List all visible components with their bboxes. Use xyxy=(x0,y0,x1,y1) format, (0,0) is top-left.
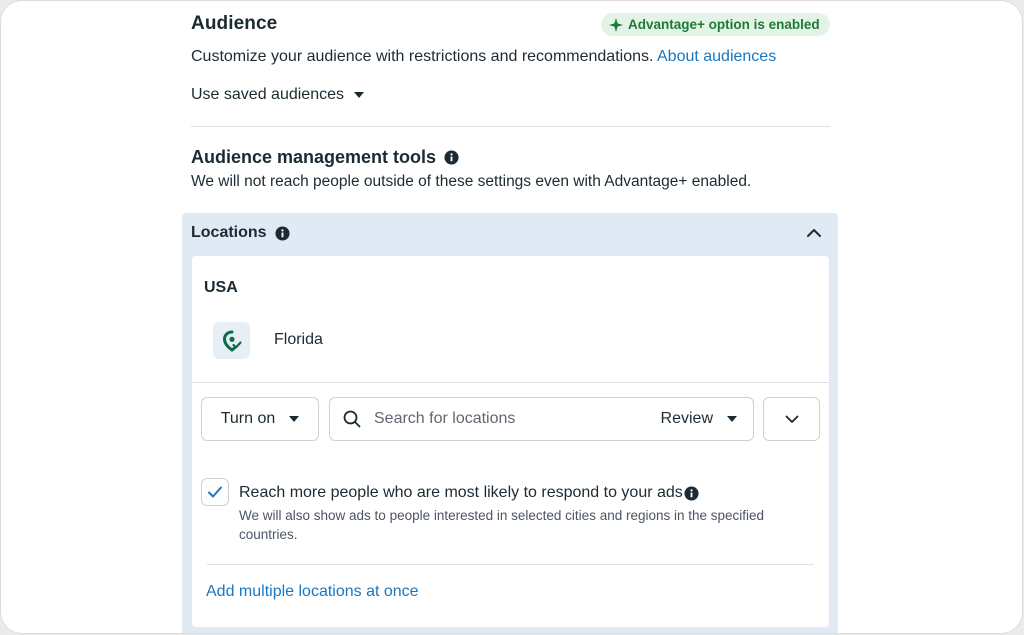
location-pin-glyph xyxy=(222,330,242,352)
sparkle-icon xyxy=(609,17,623,32)
reach-more-text: Reach more people who are most likely to… xyxy=(239,484,683,501)
audience-description-text: Customize your audience with restriction… xyxy=(191,48,654,65)
locations-heading: Locations xyxy=(191,224,290,242)
chevron-up-icon[interactable] xyxy=(804,223,824,243)
review-dropdown[interactable]: Review xyxy=(661,410,737,428)
management-tools-heading: Audience management tools xyxy=(191,147,459,168)
locations-card: USA Florida Turn on Search for locations… xyxy=(192,256,829,627)
app-frame: Audience Advantage+ option is enabled Cu… xyxy=(0,0,1023,634)
info-icon[interactable] xyxy=(275,225,290,241)
caret-down-icon xyxy=(727,416,737,422)
review-label: Review xyxy=(660,410,713,427)
info-icon[interactable] xyxy=(444,150,459,165)
turn-on-dropdown[interactable]: Turn on xyxy=(201,397,319,441)
management-tools-description: We will not reach people outside of thes… xyxy=(191,173,752,190)
turn-on-label: Turn on xyxy=(220,410,276,427)
selected-location-florida: Florida xyxy=(274,331,323,348)
section-divider xyxy=(191,126,830,127)
add-multiple-locations-link[interactable]: Add multiple locations at once xyxy=(206,583,419,601)
search-icon xyxy=(342,409,362,429)
card-divider xyxy=(192,382,829,383)
about-audiences-link[interactable]: About audiences xyxy=(657,48,776,65)
caret-down-icon xyxy=(353,92,364,98)
checkmark-icon xyxy=(208,486,222,498)
locations-panel: Locations USA Florida Turn on Search for… xyxy=(182,213,838,633)
advantage-badge-label: Advantage+ option is enabled xyxy=(628,17,820,32)
caret-down-icon xyxy=(289,416,300,422)
locations-title: Locations xyxy=(191,224,267,241)
country-label: USA xyxy=(204,279,238,296)
advantage-badge: Advantage+ option is enabled xyxy=(601,13,830,36)
saved-audiences-label: Use saved audiences xyxy=(191,86,344,103)
location-search-input[interactable] xyxy=(374,410,634,428)
management-tools-title: Audience management tools xyxy=(191,147,437,167)
reach-more-label: Reach more people who are most likely to… xyxy=(239,484,699,502)
card-divider xyxy=(207,564,814,565)
reach-more-checkbox[interactable] xyxy=(201,478,229,506)
location-search-box[interactable]: Review xyxy=(329,397,754,441)
reach-more-sublabel: We will also show ads to people interest… xyxy=(239,508,765,542)
saved-audiences-dropdown[interactable]: Use saved audiences xyxy=(191,86,364,104)
chevron-down-icon xyxy=(785,415,798,423)
expand-locations-button[interactable] xyxy=(763,397,820,441)
info-icon[interactable] xyxy=(684,485,699,501)
audience-description: Customize your audience with restriction… xyxy=(191,48,776,66)
audience-title: Audience xyxy=(191,13,278,34)
location-pin-icon xyxy=(213,322,250,359)
